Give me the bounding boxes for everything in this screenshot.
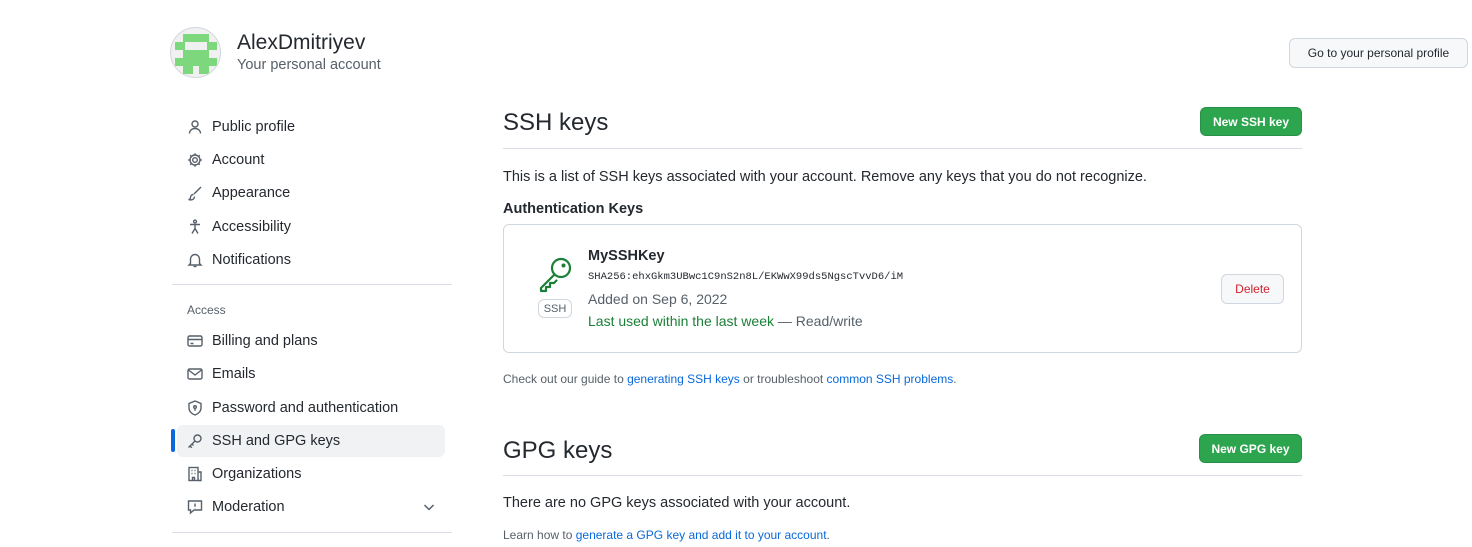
person-icon (187, 119, 203, 135)
key-added-date: Added on Sep 6, 2022 (588, 291, 728, 307)
section-divider (503, 475, 1302, 476)
key-icon (537, 255, 575, 293)
sidebar-item-appearance[interactable]: Appearance (177, 177, 445, 209)
sidebar-item-notifications[interactable]: Notifications (177, 244, 445, 276)
sidebar-item-label: Appearance (212, 185, 291, 201)
bell-icon (187, 252, 203, 268)
avatar[interactable] (170, 27, 221, 78)
key-access-level: — Read/write (774, 313, 863, 329)
guide-text: Check out our guide to (503, 372, 628, 386)
sidebar-item-billing[interactable]: Billing and plans (177, 325, 445, 357)
gpg-empty-text: There are no GPG keys associated with yo… (503, 495, 851, 511)
sidebar-item-public-profile[interactable]: Public profile (177, 111, 445, 143)
sidebar-item-password-auth[interactable]: Password and authentication (177, 392, 445, 424)
gpg-keys-title: GPG keys (503, 437, 613, 464)
ssh-guide-note: Check out our guide to generating SSH ke… (503, 372, 957, 386)
key-icon (187, 433, 203, 449)
sidebar-item-organizations[interactable]: Organizations (177, 458, 445, 490)
key-title: MySSHKey (588, 248, 665, 264)
sidebar-item-moderation[interactable]: Moderation (177, 491, 445, 523)
sidebar-item-label: Organizations (212, 466, 302, 482)
ssh-keys-title: SSH keys (503, 109, 609, 136)
ssh-key-item: SSH MySSHKey SHA256:ehxGkm3UBwc1C9nS2n8L… (503, 224, 1302, 353)
credit-card-icon (187, 333, 203, 349)
mail-icon (187, 366, 203, 382)
organization-icon (187, 466, 203, 482)
gpg-learn-note: Learn how to generate a GPG key and add … (503, 528, 830, 542)
active-indicator (171, 429, 175, 452)
sidebar-section-access: Access (187, 303, 226, 317)
sidebar-item-label: Billing and plans (212, 333, 318, 349)
accessibility-icon (187, 219, 203, 235)
account-subtitle: Your personal account (237, 57, 381, 73)
sidebar-item-label: Account (212, 152, 265, 168)
guide-text: or troubleshoot (739, 372, 827, 386)
sidebar-item-emails[interactable]: Emails (177, 358, 445, 390)
guide-text: . (953, 372, 957, 386)
ssh-badge: SSH (538, 299, 572, 318)
sidebar-item-label: Public profile (212, 119, 296, 135)
gear-icon (187, 152, 203, 168)
key-fingerprint: SHA256:ehxGkm3UBwc1C9nS2n8L/EKWwX99ds5Ng… (588, 271, 904, 283)
sidebar-item-ssh-gpg-keys[interactable]: SSH and GPG keys (177, 425, 445, 457)
sidebar-item-label: SSH and GPG keys (212, 433, 341, 449)
ssh-intro-text: This is a list of SSH keys associated wi… (503, 169, 1147, 185)
shield-lock-icon (187, 400, 203, 416)
report-icon (187, 499, 203, 515)
key-last-used-text: Last used within the last week (588, 313, 774, 329)
learn-text: . (826, 528, 830, 542)
sidebar-divider (172, 532, 452, 533)
sidebar-item-account[interactable]: Account (177, 144, 445, 176)
sidebar-divider (172, 284, 452, 285)
sidebar-item-label: Moderation (212, 499, 285, 515)
learn-text: Learn how to (503, 528, 576, 542)
sidebar-item-accessibility[interactable]: Accessibility (177, 211, 445, 243)
sidebar-item-label: Emails (212, 366, 256, 382)
new-ssh-key-button[interactable]: New SSH key (1200, 107, 1302, 136)
new-gpg-key-button[interactable]: New GPG key (1199, 434, 1302, 463)
section-divider (503, 148, 1302, 149)
authentication-keys-heading: Authentication Keys (503, 201, 644, 217)
paintbrush-icon (187, 185, 203, 201)
account-name: AlexDmitriyev (237, 31, 366, 54)
delete-key-button[interactable]: Delete (1221, 274, 1284, 304)
key-last-used: Last used within the last week — Read/wr… (588, 313, 863, 329)
sidebar-item-label: Password and authentication (212, 400, 399, 416)
generate-gpg-key-link[interactable]: generate a GPG key and add it to your ac… (576, 528, 827, 542)
chevron-down-icon[interactable] (421, 499, 437, 515)
common-ssh-problems-link[interactable]: common SSH problems (827, 372, 954, 386)
generating-ssh-keys-link[interactable]: generating SSH keys (627, 372, 740, 386)
sidebar-item-label: Notifications (212, 252, 291, 268)
sidebar-item-label: Accessibility (212, 219, 291, 235)
go-to-profile-button[interactable]: Go to your personal profile (1289, 38, 1468, 68)
